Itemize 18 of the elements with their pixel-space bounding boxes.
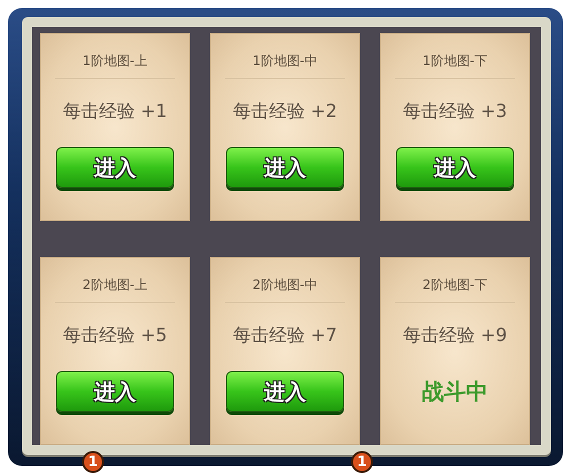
- card-title: 1阶地图-中: [225, 52, 345, 79]
- exp-reward: 每击经验 +2: [232, 100, 338, 123]
- exp-reward: 每击经验 +9: [402, 324, 508, 347]
- enter-button[interactable]: 进入: [396, 147, 514, 188]
- enter-button[interactable]: 进入: [56, 147, 174, 188]
- exp-reward: 每击经验 +7: [232, 324, 338, 347]
- card-title: 2阶地图-上: [55, 276, 175, 303]
- enter-button[interactable]: 进入: [226, 371, 344, 412]
- enter-button[interactable]: 进入: [56, 371, 174, 412]
- battle-status: 战斗中: [422, 379, 488, 407]
- card-title: 2阶地图-下: [395, 276, 515, 303]
- exp-reward: 每击经验 +1: [62, 100, 168, 123]
- exp-reward: 每击经验 +3: [402, 100, 508, 123]
- card-title: 1阶地图-下: [395, 52, 515, 79]
- enter-button[interactable]: 进入: [226, 147, 344, 188]
- card-title: 1阶地图-上: [55, 52, 175, 79]
- exp-reward: 每击经验 +5: [62, 324, 168, 347]
- card-title: 2阶地图-中: [225, 276, 345, 303]
